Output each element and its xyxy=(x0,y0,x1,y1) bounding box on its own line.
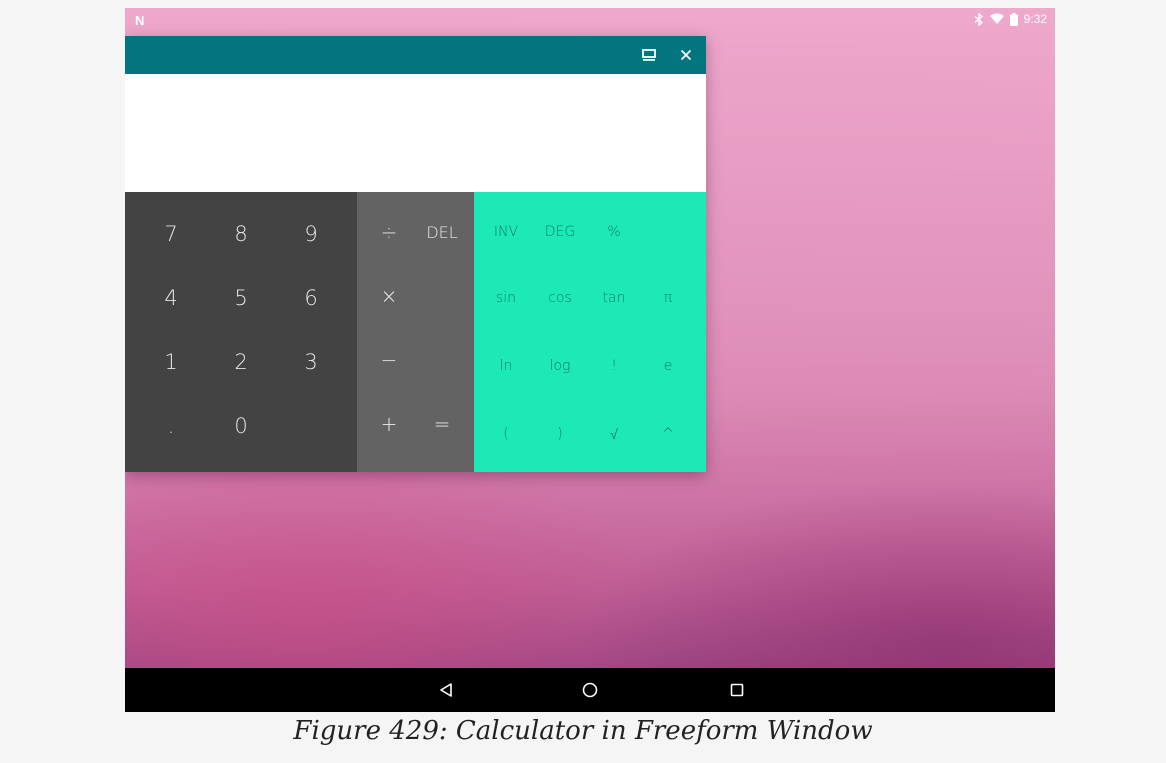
battery-icon xyxy=(1009,12,1018,26)
key-5[interactable]: 5 xyxy=(206,270,276,326)
status-bar: N 9:32 xyxy=(125,8,1055,32)
key-4[interactable]: 4 xyxy=(136,270,206,326)
key-power[interactable]: ^ xyxy=(641,414,695,454)
key-1[interactable]: 1 xyxy=(136,334,206,390)
key-multiply[interactable]: × xyxy=(360,268,418,324)
key-equals[interactable]: = xyxy=(413,396,471,452)
key-divide[interactable]: ÷ xyxy=(360,204,418,260)
home-icon[interactable] xyxy=(568,668,612,712)
key-e[interactable]: e xyxy=(641,346,695,386)
key-2[interactable]: 2 xyxy=(206,334,276,390)
key-sin[interactable]: sin xyxy=(479,278,533,318)
calculator-display xyxy=(125,74,706,192)
operator-keypad: ÷ DEL × − + = xyxy=(357,192,474,472)
key-delete[interactable]: DEL xyxy=(413,204,471,260)
key-cos[interactable]: cos xyxy=(533,278,587,318)
figure-caption: Figure 429: Calculator in Freeform Windo… xyxy=(293,716,873,746)
bluetooth-icon xyxy=(974,12,984,26)
window-title-bar[interactable] xyxy=(125,36,706,74)
key-inv[interactable]: INV xyxy=(479,212,533,252)
key-8[interactable]: 8 xyxy=(206,206,276,262)
key-3[interactable]: 3 xyxy=(276,334,346,390)
calculator-window[interactable]: 7 8 9 4 5 6 1 2 3 . 0 ÷ DEL × − + = INV … xyxy=(125,36,706,472)
device-screen: N 9:32 7 8 9 4 5 6 1 2 3 . 0 ÷ DEL × − +… xyxy=(125,8,1055,712)
advanced-keypad: INV DEG % sin cos tan π ln log ! e ( ) √… xyxy=(474,192,706,472)
status-icons: 9:32 xyxy=(974,12,1047,26)
key-9[interactable]: 9 xyxy=(276,206,346,262)
key-6[interactable]: 6 xyxy=(276,270,346,326)
key-subtract[interactable]: − xyxy=(360,332,418,388)
key-percent[interactable]: % xyxy=(587,212,641,252)
wifi-icon xyxy=(989,13,1004,25)
maximize-icon[interactable] xyxy=(632,36,666,74)
key-tan[interactable]: tan xyxy=(587,278,641,318)
numeric-keypad: 7 8 9 4 5 6 1 2 3 . 0 xyxy=(125,192,357,472)
key-log[interactable]: log xyxy=(533,346,587,386)
key-ln[interactable]: ln xyxy=(479,346,533,386)
key-pi[interactable]: π xyxy=(641,278,695,318)
navigation-bar xyxy=(125,668,1055,712)
clock: 9:32 xyxy=(1023,12,1047,26)
recents-icon[interactable] xyxy=(715,668,759,712)
android-n-logo: N xyxy=(135,13,144,28)
back-icon[interactable] xyxy=(424,668,468,712)
page: N 9:32 7 8 9 4 5 6 1 2 3 . 0 ÷ DEL × − +… xyxy=(0,0,1166,763)
key-close-paren[interactable]: ) xyxy=(533,414,587,454)
key-factorial[interactable]: ! xyxy=(587,346,641,386)
key-open-paren[interactable]: ( xyxy=(479,414,533,454)
close-icon[interactable] xyxy=(669,36,703,74)
key-decimal[interactable]: . xyxy=(136,398,206,454)
key-deg[interactable]: DEG xyxy=(533,212,587,252)
key-7[interactable]: 7 xyxy=(136,206,206,262)
key-0[interactable]: 0 xyxy=(206,398,276,454)
key-sqrt[interactable]: √ xyxy=(587,414,641,454)
key-add[interactable]: + xyxy=(360,396,418,452)
